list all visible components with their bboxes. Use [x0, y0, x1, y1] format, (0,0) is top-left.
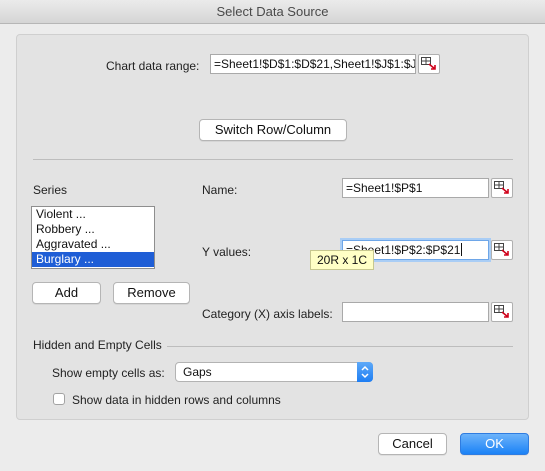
series-item[interactable]: Violent ...: [32, 207, 154, 222]
hidden-empty-heading: Hidden and Empty Cells: [33, 338, 162, 352]
chart-data-range-input[interactable]: =Sheet1!$D$1:$D$21,Sheet1!$J$1:$J: [210, 54, 416, 74]
name-label: Name:: [202, 183, 238, 197]
category-axis-label: Category (X) axis labels:: [202, 307, 333, 321]
divider: [33, 159, 513, 160]
switch-row-column-button[interactable]: Switch Row/Column: [199, 119, 347, 141]
category-range-picker-button[interactable]: [491, 302, 513, 322]
range-picker-icon: [494, 243, 509, 256]
show-hidden-data-label: Show data in hidden rows and columns: [72, 393, 281, 407]
series-item[interactable]: Robbery ...: [32, 222, 154, 237]
series-item-selected[interactable]: Burglary ...: [32, 252, 154, 267]
name-range-picker-button[interactable]: [491, 178, 513, 198]
updown-arrows-icon: [357, 362, 373, 382]
range-size-tooltip: 20R x 1C: [310, 250, 375, 270]
remove-series-button[interactable]: Remove: [113, 282, 190, 304]
add-series-button[interactable]: Add: [32, 282, 101, 304]
y-values-range-picker-button[interactable]: [491, 240, 513, 260]
series-name-input[interactable]: =Sheet1!$P$1: [342, 178, 489, 198]
range-picker-icon: [494, 181, 509, 194]
series-listbox[interactable]: Violent ... Robbery ... Aggravated ... B…: [31, 206, 155, 269]
ok-button[interactable]: OK: [460, 433, 529, 455]
cancel-button[interactable]: Cancel: [378, 433, 447, 455]
range-picker-icon: [494, 305, 509, 318]
series-heading: Series: [33, 183, 68, 197]
select-data-source-dialog: Select Data Source Chart data range: =Sh…: [0, 0, 545, 471]
range-picker-icon: [421, 57, 436, 70]
window-title: Select Data Source: [0, 0, 545, 24]
category-axis-input[interactable]: [342, 302, 489, 322]
text-caret: [461, 243, 463, 256]
show-hidden-data-checkbox[interactable]: [53, 393, 65, 405]
chart-range-picker-button[interactable]: [418, 54, 440, 74]
y-values-label: Y values:: [202, 245, 252, 259]
show-empty-cells-select[interactable]: Gaps: [175, 362, 373, 382]
chart-data-range-label: Chart data range:: [106, 59, 200, 73]
show-empty-cells-label: Show empty cells as:: [52, 366, 165, 380]
divider: [167, 346, 513, 347]
series-item[interactable]: Aggravated ...: [32, 237, 154, 252]
show-empty-cells-value: Gaps: [183, 365, 212, 379]
